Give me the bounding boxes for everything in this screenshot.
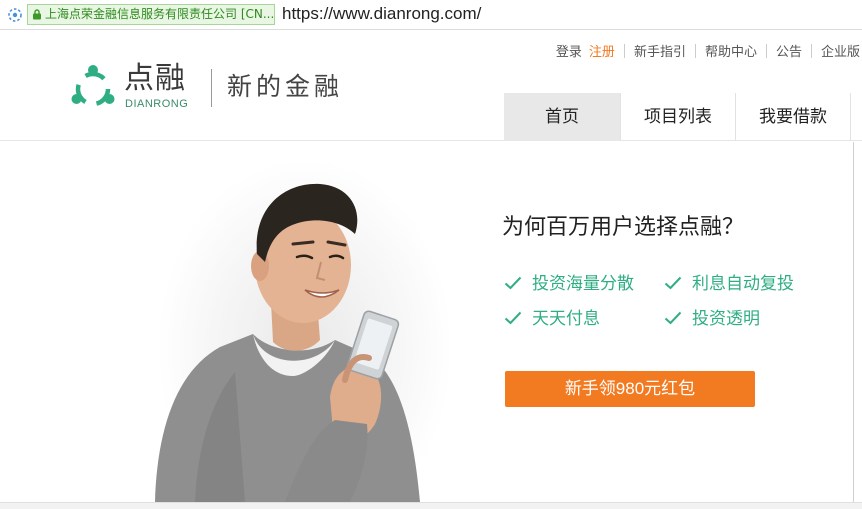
- logo-name-cn: 点融: [124, 61, 186, 96]
- man-with-phone-illustration: [155, 183, 420, 502]
- logo-name-en: DIANRONG: [125, 98, 189, 110]
- check-icon: [504, 276, 522, 290]
- divider: [623, 43, 625, 58]
- feature-label: 利息自动复投: [692, 274, 794, 294]
- nav-projects-tab[interactable]: 项目列表: [620, 93, 735, 141]
- logo-divider: [211, 69, 212, 107]
- divider: [765, 43, 767, 58]
- feature-item: 天天付息: [504, 308, 600, 330]
- check-icon: [664, 311, 682, 325]
- dianrong-logo-icon: [71, 65, 115, 107]
- new-user-guide-link[interactable]: 新手指引: [634, 41, 686, 60]
- top-links: 登录 注册 新手指引 帮助中心 公告 企业版: [556, 41, 860, 60]
- url-scheme: https://www.: [282, 4, 374, 23]
- login-link[interactable]: 登录: [556, 41, 582, 60]
- feature-label: 投资海量分散: [532, 274, 634, 294]
- site-logo[interactable]: 点融 DIANRONG 新的金融: [67, 61, 367, 115]
- site-header: 登录 注册 新手指引 帮助中心 公告 企业版 点融 DIANRONG 新的金融 …: [0, 31, 862, 141]
- feature-label: 天天付息: [532, 309, 600, 329]
- url-host: dianrong.com: [373, 4, 477, 23]
- certificate-owner-text: 上海点荣金融信息服务有限责任公司 [CN...: [45, 7, 275, 21]
- new-user-bonus-button[interactable]: 新手领980元红包: [505, 371, 755, 407]
- check-icon: [504, 311, 522, 325]
- feature-label: 投资透明: [692, 309, 760, 329]
- logo-slogan: 新的金融: [227, 72, 344, 101]
- nav-home-tab[interactable]: 首页: [504, 93, 620, 141]
- help-center-link[interactable]: 帮助中心: [705, 41, 757, 60]
- url-field[interactable]: https://www.dianrong.com/: [282, 3, 481, 25]
- feature-item: 利息自动复投: [664, 273, 794, 295]
- enterprise-link[interactable]: 企业版: [821, 41, 860, 60]
- hero-banner: 为何百万用户选择点融？ 投资海量分散 利息自动复投 天天付息 投资透明 新手领9…: [0, 142, 862, 502]
- main-nav: 首页 项目列表 我要借款: [504, 93, 862, 141]
- hero-title: 为何百万用户选择点融？: [502, 215, 745, 240]
- divider: [694, 43, 696, 58]
- feature-item: 投资海量分散: [504, 273, 634, 295]
- register-link[interactable]: 注册: [589, 41, 615, 60]
- divider: [810, 43, 812, 58]
- feature-item: 投资透明: [664, 308, 760, 330]
- page-edge: [853, 142, 862, 502]
- url-path: /: [476, 4, 482, 23]
- lock-icon: [33, 9, 41, 20]
- page-loading-icon: [8, 8, 22, 22]
- check-icon: [664, 276, 682, 290]
- browser-address-bar: 上海点荣金融信息服务有限责任公司 [CN... https://www.dian…: [0, 0, 862, 30]
- nav-borrow-tab[interactable]: 我要借款: [735, 93, 850, 141]
- ev-certificate-badge[interactable]: 上海点荣金融信息服务有限责任公司 [CN...: [27, 4, 275, 25]
- notice-link[interactable]: 公告: [776, 41, 802, 60]
- page-bottom-strip: [0, 502, 862, 509]
- nav-overflow-tab[interactable]: [850, 93, 862, 141]
